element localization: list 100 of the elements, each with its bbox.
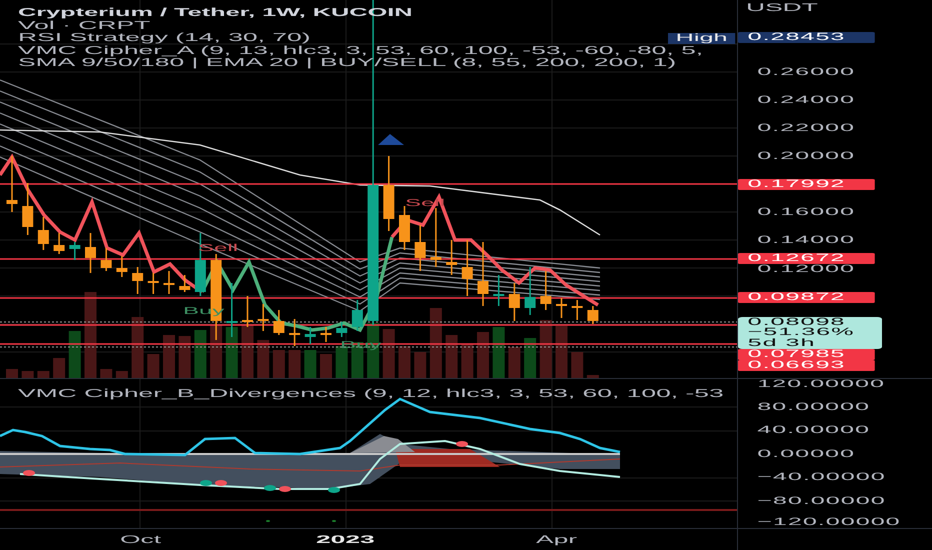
volume-bar <box>571 352 584 378</box>
volume-bar <box>116 371 128 378</box>
candlestick <box>242 296 253 327</box>
currency-label: USDT <box>746 3 818 14</box>
high-price-label: 0.28453 <box>738 32 875 44</box>
volume-bar <box>320 354 332 378</box>
price-level-label: 0.09872 <box>738 292 875 304</box>
candlestick <box>116 256 128 277</box>
volume-bar <box>147 354 160 378</box>
volume-bar <box>586 375 599 378</box>
price-tick: 0.22000 <box>756 122 856 134</box>
last-price: 0.08098 <box>748 316 846 328</box>
candlestick <box>22 183 34 235</box>
indicator-legend: VMC Cipher_B_Divergences (9, 12, hlc3, 3, 53, 60, 100, -53 <box>18 388 724 400</box>
candlestick <box>273 310 284 335</box>
candlestick <box>352 300 363 331</box>
candlestick <box>226 283 238 337</box>
volume-bar <box>163 335 175 378</box>
candlestick <box>258 304 269 331</box>
volume-bar <box>492 327 505 378</box>
candlestick <box>430 208 442 267</box>
signal-label: Buy <box>340 340 382 351</box>
candlestick <box>132 267 144 294</box>
volume-bar <box>398 346 410 378</box>
volume-bar <box>53 358 66 378</box>
price-level-label: 0.12672 <box>738 253 875 264</box>
candlestick <box>508 283 520 321</box>
price-level-label: 0.06693 <box>738 360 875 371</box>
indicator-legend: Vol · CRPT <box>18 20 150 32</box>
signal-dot <box>279 486 291 492</box>
candlestick <box>572 300 583 320</box>
high-label: High <box>668 33 736 44</box>
candlestick <box>540 271 552 310</box>
candlestick <box>524 267 536 315</box>
oscillator-tick: 0.00000 <box>756 448 856 460</box>
candlestick <box>289 319 300 346</box>
candlestick <box>179 275 190 292</box>
candlestick <box>38 217 49 250</box>
signal-dot <box>23 470 35 476</box>
price-tick: 0.14000 <box>756 234 856 246</box>
candlestick <box>587 306 598 324</box>
candlestick <box>100 248 112 271</box>
volume-bar <box>446 335 458 378</box>
volume-bar <box>178 336 191 378</box>
volume-bar <box>430 308 442 378</box>
volume-bar <box>132 317 144 378</box>
candlestick <box>462 240 473 296</box>
volume-bar <box>194 330 206 378</box>
candlestick <box>164 271 174 294</box>
price-tick: 0.26000 <box>756 66 856 78</box>
volume-bar <box>210 325 222 378</box>
candlestick <box>148 273 159 294</box>
volume-bar <box>6 369 18 378</box>
price-level-label: 0.17992 <box>738 178 875 190</box>
candlestick <box>446 240 458 275</box>
candlestick <box>304 327 316 344</box>
volume-bar <box>414 352 426 378</box>
oscillator-tick: 120.00000 <box>756 379 885 390</box>
oscillator-tick: −80.00000 <box>756 496 886 506</box>
candlestick <box>54 233 65 254</box>
volume-bar <box>540 320 552 378</box>
indicator-legend: VMC Cipher_A (9, 13, hlc3, 3, 53, 60, 100, -53, -60, -80, 5, <box>18 44 704 57</box>
volume-bar <box>508 347 520 378</box>
time-label: 2023 <box>316 534 375 546</box>
volume-bar <box>477 332 489 378</box>
price-tick: 0.12000 <box>756 264 856 276</box>
indicator-legend: RSI Strategy (14, 30, 70) <box>18 32 311 44</box>
candlestick <box>85 233 96 273</box>
volume-bar <box>242 325 254 378</box>
signal-dot <box>264 485 276 491</box>
candlestick <box>399 206 410 250</box>
volume-bar <box>100 369 112 378</box>
volume-bar <box>22 371 34 378</box>
candlestick <box>493 275 504 306</box>
price-level-label: 0.07985 <box>738 348 875 360</box>
volume-bar <box>461 344 474 378</box>
candlestick <box>336 322 348 337</box>
oscillator-tick: −40.00000 <box>756 472 886 483</box>
candlestick <box>478 242 488 306</box>
oscillator-tick: 80.00000 <box>756 402 870 412</box>
candlestick <box>6 156 18 212</box>
volume-bar <box>37 371 50 378</box>
triangle-marker-icon <box>378 134 404 145</box>
volume-bar <box>288 350 301 378</box>
signal-dot <box>200 480 212 486</box>
signal-dot <box>215 480 227 486</box>
volume-bar <box>257 340 270 378</box>
candlestick <box>414 225 426 271</box>
price-tick: 0.16000 <box>756 206 856 218</box>
price-change: −51.36% <box>748 327 856 338</box>
volume-bar <box>272 350 285 378</box>
signal-dot <box>328 487 340 493</box>
signal-dot <box>456 441 468 447</box>
candlestick <box>69 242 80 260</box>
volume-bar <box>304 350 316 378</box>
candlestick <box>320 327 332 342</box>
volume-bar <box>524 338 536 378</box>
candlestick <box>556 298 567 318</box>
price-tick: 0.24000 <box>756 94 856 106</box>
price-tick: 0.20000 <box>756 150 856 162</box>
